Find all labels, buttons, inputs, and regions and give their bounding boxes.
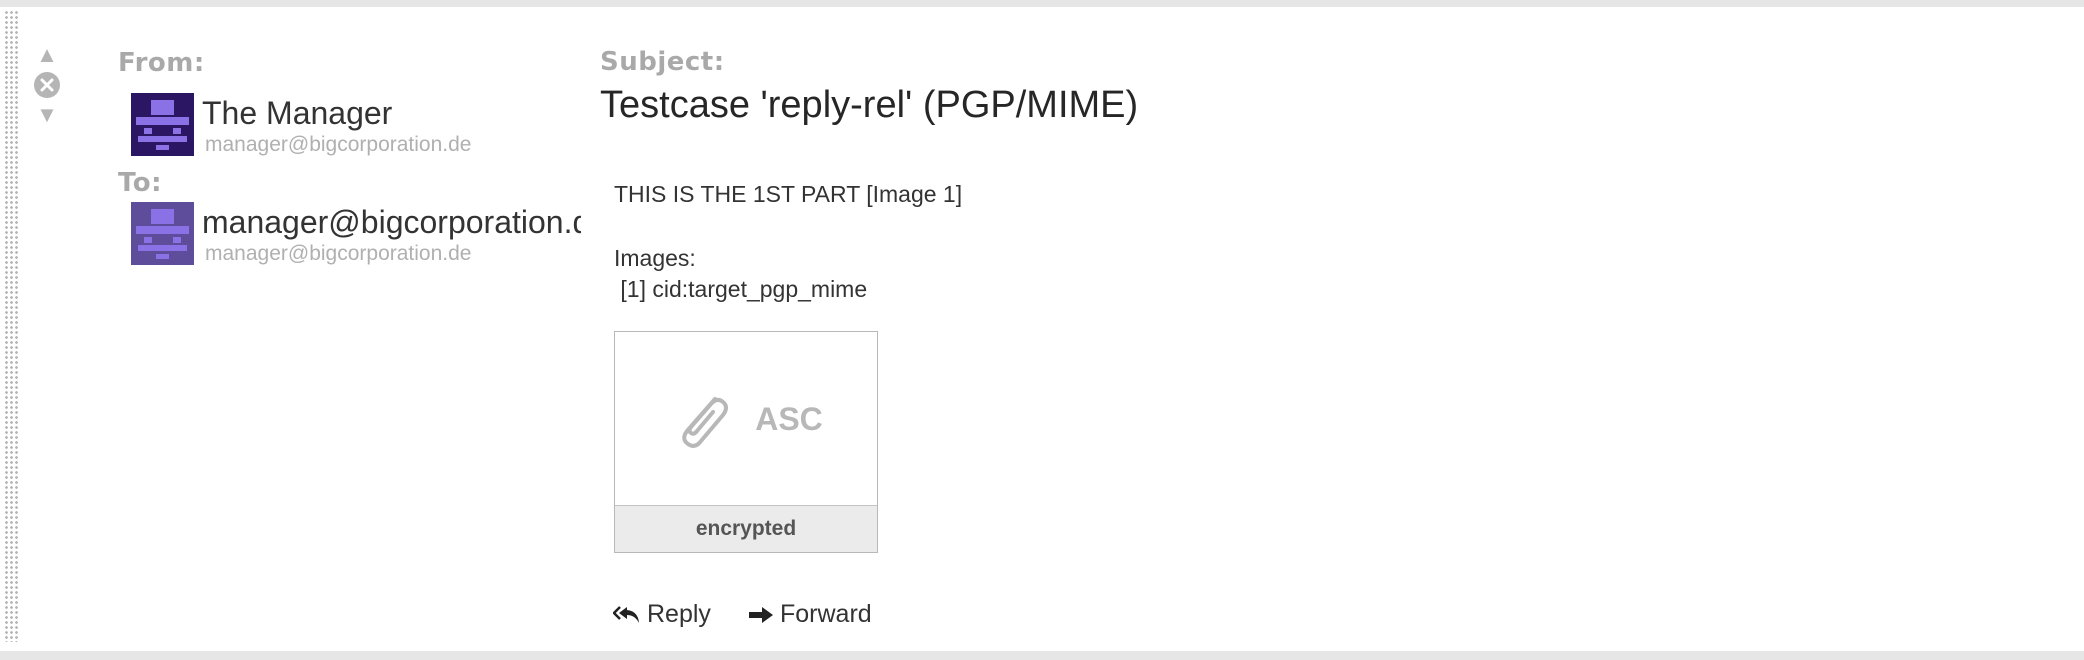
avatar-to — [131, 202, 194, 265]
from-label: From: — [118, 48, 205, 78]
body-images-heading: Images: — [614, 245, 696, 271]
triangle-down-icon: ▼ — [36, 102, 58, 127]
reply-button[interactable]: Reply — [613, 600, 711, 629]
to-email: manager@bigcorporation.de — [205, 242, 472, 265]
to-name: manager@bigcorporation.de — [202, 204, 581, 240]
next-message-button[interactable]: ▼ — [32, 100, 62, 130]
attachment-caption: encrypted — [615, 505, 877, 552]
forward-button[interactable]: Forward — [748, 600, 872, 629]
to-contact[interactable]: manager@bigcorporation.de manager@bigcor… — [131, 202, 581, 272]
close-circle-icon — [34, 72, 60, 98]
from-email: manager@bigcorporation.de — [205, 133, 472, 156]
avatar-from — [131, 93, 194, 156]
forward-label: Forward — [780, 600, 872, 628]
message-subject: Testcase 'reply-rel' (PGP/MIME) — [600, 84, 1139, 126]
reply-all-icon — [613, 605, 639, 623]
subject-label: Subject: — [600, 47, 725, 77]
drag-handle[interactable] — [4, 10, 18, 642]
from-name: The Manager — [202, 95, 393, 131]
body-line-1: THIS IS THE 1ST PART [Image 1] — [614, 181, 963, 207]
from-contact[interactable]: The Manager manager@bigcorporation.de — [131, 93, 581, 163]
message-navigation: ▲ ▼ — [32, 40, 62, 130]
previous-message-button[interactable]: ▲ — [32, 40, 62, 70]
attachment-preview: ASC — [615, 332, 877, 506]
to-label: To: — [118, 168, 163, 198]
close-message-button[interactable] — [32, 70, 62, 100]
body-image-reference: [1] cid:target_pgp_mime — [614, 276, 868, 302]
reply-label: Reply — [647, 600, 711, 628]
attachment-extension: ASC — [755, 400, 823, 437]
arrow-right-icon — [749, 606, 773, 623]
triangle-up-icon: ▲ — [36, 42, 58, 67]
paperclip-icon — [682, 397, 729, 448]
attachment-tile[interactable]: ASC encrypted — [614, 331, 878, 553]
